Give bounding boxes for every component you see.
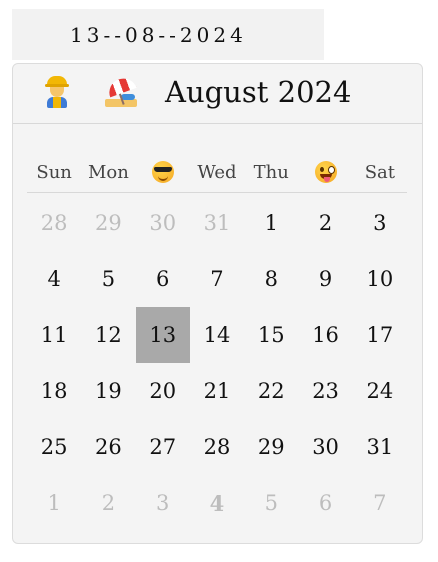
day-cell-outside[interactable]: 2 [81, 475, 135, 531]
day-cell[interactable]: 22 [244, 363, 298, 419]
day-cell[interactable]: 10 [353, 251, 407, 307]
day-cell-outside[interactable]: 1 [27, 475, 81, 531]
weekday-row: Sun Mon Wed Thu Sat [27, 152, 407, 193]
day-cell[interactable]: 8 [244, 251, 298, 307]
day-cell[interactable]: 30 [298, 419, 352, 475]
weekday-wed: Wed [197, 161, 237, 183]
day-cell[interactable]: 7 [190, 251, 244, 307]
weekday-sun: Sun [36, 161, 72, 183]
day-cell[interactable]: 20 [136, 363, 190, 419]
construction-worker-icon [44, 76, 70, 108]
tongue-face-icon [314, 161, 337, 183]
calendar-header: August 2024 [13, 64, 422, 124]
weekday-tue [136, 161, 190, 183]
day-cell[interactable]: 6 [136, 251, 190, 307]
next-month-button[interactable] [103, 74, 139, 110]
day-cell-outside[interactable]: 3 [136, 475, 190, 531]
day-cell[interactable]: 21 [190, 363, 244, 419]
day-cell-outside[interactable]: 5 [244, 475, 298, 531]
day-cell-outside[interactable]: 31 [190, 195, 244, 251]
calendar-popup: August 2024 Sun Mon Wed Thu Sat 28 29 30 31… [12, 63, 423, 544]
day-cell-outside[interactable]: 28 [27, 195, 81, 251]
cool-face-icon [151, 161, 174, 183]
day-cell[interactable]: 17 [353, 307, 407, 363]
day-cell[interactable]: 14 [190, 307, 244, 363]
day-cell[interactable]: 25 [27, 419, 81, 475]
day-cell[interactable]: 28 [190, 419, 244, 475]
day-cell[interactable]: 31 [353, 419, 407, 475]
day-cell[interactable]: 29 [244, 419, 298, 475]
date-input[interactable]: 13--08--2024 [12, 9, 324, 60]
day-cell[interactable]: 3 [353, 195, 407, 251]
day-cell[interactable]: 18 [27, 363, 81, 419]
prev-month-button[interactable] [39, 74, 75, 110]
weekday-sat: Sat [364, 161, 395, 183]
day-cell[interactable]: 19 [81, 363, 135, 419]
day-cell[interactable]: 11 [27, 307, 81, 363]
day-cell[interactable]: 12 [81, 307, 135, 363]
day-cell[interactable]: 24 [353, 363, 407, 419]
day-cell-outside[interactable]: 30 [136, 195, 190, 251]
month-title: August 2024 [165, 75, 352, 109]
day-cell[interactable]: 26 [81, 419, 135, 475]
day-cell-outside[interactable]: 29 [81, 195, 135, 251]
day-cell-outside[interactable]: 6 [298, 475, 352, 531]
day-cell[interactable]: 2 [298, 195, 352, 251]
day-cell-outside[interactable]: 4 [190, 475, 244, 531]
day-cell-selected[interactable]: 13 [135, 307, 190, 363]
day-cell[interactable]: 5 [81, 251, 135, 307]
day-cell-outside[interactable]: 7 [353, 475, 407, 531]
days-grid: 28 29 30 31 1 2 3 4 5 6 7 8 9 10 11 12 13 14 15 16 17 18 19 20 2… [27, 195, 407, 531]
weekday-fri [298, 161, 352, 183]
day-cell[interactable]: 1 [244, 195, 298, 251]
day-cell[interactable]: 27 [136, 419, 190, 475]
weekday-mon: Mon [87, 161, 129, 183]
day-cell[interactable]: 16 [298, 307, 352, 363]
day-cell[interactable]: 15 [244, 307, 298, 363]
date-input-value: 13--08--2024 [70, 22, 247, 47]
day-cell[interactable]: 9 [298, 251, 352, 307]
day-cell[interactable]: 23 [298, 363, 352, 419]
beach-umbrella-icon [105, 74, 137, 107]
weekday-thu: Thu [253, 161, 289, 183]
day-cell[interactable]: 4 [27, 251, 81, 307]
